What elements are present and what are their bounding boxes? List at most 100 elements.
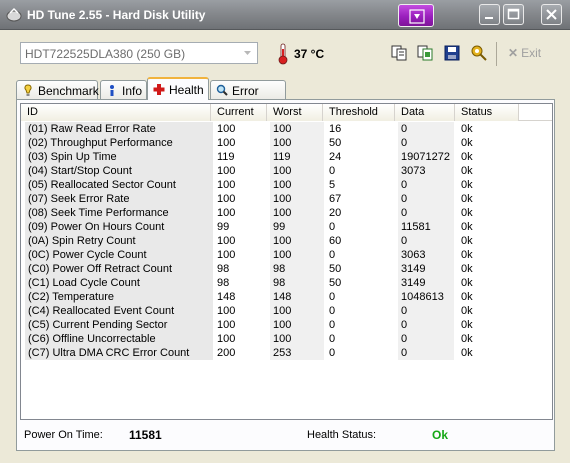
column-header-threshold[interactable]: Threshold xyxy=(323,104,395,121)
column-header-current[interactable]: Current xyxy=(211,104,267,121)
table-row[interactable]: (04) Start/Stop Count 100 100 0 3073 0k xyxy=(21,164,552,178)
cell-id: (C4) Reallocated Event Count xyxy=(25,304,213,318)
title-bar[interactable]: HD Tune 2.55 - Hard Disk Utility xyxy=(0,0,570,30)
table-row[interactable]: (C0) Power Off Retract Count 98 98 50 3149 0k xyxy=(21,262,552,276)
table-row[interactable]: (01) Raw Read Error Rate 100 100 16 0 0k xyxy=(21,122,552,136)
cell-id: (C0) Power Off Retract Count xyxy=(25,262,213,276)
cell-status: 0k xyxy=(458,332,518,346)
health-panel: ID Current Worst Threshold Data Status (… xyxy=(16,99,555,451)
cell-current: 98 xyxy=(214,262,266,276)
tab-error-scan[interactable]: Error Scan xyxy=(210,80,286,112)
cell-status: 0k xyxy=(458,206,518,220)
tab-health-label: Health xyxy=(169,83,204,97)
cell-worst: 100 xyxy=(270,234,324,248)
table-row[interactable]: (0C) Power Cycle Count 100 100 0 3063 0k xyxy=(21,248,552,262)
cell-worst: 100 xyxy=(270,164,324,178)
cell-current: 99 xyxy=(214,220,266,234)
cell-id: (07) Seek Error Rate xyxy=(25,192,213,206)
cell-status: 0k xyxy=(458,136,518,150)
table-row[interactable]: (C7) Ultra DMA CRC Error Count 200 253 0 0 0k xyxy=(21,346,552,360)
column-header-id[interactable]: ID xyxy=(21,104,211,121)
cell-status: 0k xyxy=(458,150,518,164)
table-row[interactable]: (09) Power On Hours Count 99 99 0 11581 0k xyxy=(21,220,552,234)
power-on-time-value: 11581 xyxy=(129,428,162,442)
copy-all-icon[interactable] xyxy=(416,44,434,62)
cell-data: 0 xyxy=(398,206,454,220)
cell-status: 0k xyxy=(458,346,518,360)
exit-button[interactable]: ✕ Exit xyxy=(508,46,541,60)
column-header-worst[interactable]: Worst xyxy=(267,104,323,121)
column-header-status[interactable]: Status xyxy=(455,104,519,121)
cell-threshold: 50 xyxy=(326,262,396,276)
tab-health[interactable]: Health xyxy=(147,77,209,100)
smart-attributes-table[interactable]: ID Current Worst Threshold Data Status (… xyxy=(20,103,553,420)
cell-data: 0 xyxy=(398,122,454,136)
close-button[interactable] xyxy=(541,4,562,25)
cell-data: 3149 xyxy=(398,276,454,290)
temperature-readout: 37 °C xyxy=(294,47,325,61)
cell-current: 100 xyxy=(214,178,266,192)
table-body: (01) Raw Read Error Rate 100 100 16 0 0k (02)… xyxy=(21,122,552,360)
cell-worst: 99 xyxy=(270,220,324,234)
health-status-value: Ok xyxy=(432,428,449,442)
cell-status: 0k xyxy=(458,220,518,234)
table-row[interactable]: (C2) Temperature 148 148 0 1048613 0k xyxy=(21,290,552,304)
cell-data: 0 xyxy=(398,192,454,206)
options-icon[interactable] xyxy=(470,44,488,62)
chevron-down-icon[interactable] xyxy=(239,44,256,62)
copy-icon[interactable] xyxy=(390,44,408,62)
cell-data: 3063 xyxy=(398,248,454,262)
tab-benchmark[interactable]: Benchmark xyxy=(16,80,99,99)
cell-threshold: 24 xyxy=(326,150,396,164)
cell-current: 100 xyxy=(214,122,266,136)
minimize-button[interactable] xyxy=(479,4,500,25)
table-row[interactable]: (05) Reallocated Sector Count 100 100 5 0 0k xyxy=(21,178,552,192)
table-row[interactable]: (C4) Reallocated Event Count 100 100 0 0 0k xyxy=(21,304,552,318)
cell-worst: 100 xyxy=(270,318,324,332)
column-header-data[interactable]: Data xyxy=(395,104,455,121)
save-icon[interactable] xyxy=(443,44,461,62)
table-row[interactable]: (07) Seek Error Rate 100 100 67 0 0k xyxy=(21,192,552,206)
cell-id: (0A) Spin Retry Count xyxy=(25,234,213,248)
cell-current: 100 xyxy=(214,192,266,206)
cell-status: 0k xyxy=(458,318,518,332)
cell-worst: 100 xyxy=(270,136,324,150)
table-row[interactable]: (03) Spin Up Time 119 119 24 19071272 0k xyxy=(21,150,552,164)
cell-data: 0 xyxy=(398,178,454,192)
cell-status: 0k xyxy=(458,192,518,206)
cell-id: (C6) Offline Uncorrectable xyxy=(25,332,213,346)
cell-worst: 100 xyxy=(270,206,324,220)
table-row[interactable]: (02) Throughput Performance 100 100 50 0 0k xyxy=(21,136,552,150)
cell-worst: 98 xyxy=(270,262,324,276)
cell-data: 0 xyxy=(398,304,454,318)
cell-worst: 119 xyxy=(270,150,324,164)
cell-data: 19071272 xyxy=(398,150,454,164)
cell-current: 200 xyxy=(214,346,266,360)
table-row[interactable]: (0A) Spin Retry Count 100 100 60 0 0k xyxy=(21,234,552,248)
maximize-button[interactable] xyxy=(503,4,524,25)
cell-worst: 148 xyxy=(270,290,324,304)
tab-info-label: Info xyxy=(122,84,143,98)
tab-info[interactable]: Info xyxy=(100,80,147,99)
download-arrow-button[interactable] xyxy=(398,4,434,27)
cell-id: (0C) Power Cycle Count xyxy=(25,248,213,262)
table-row[interactable]: (C1) Load Cycle Count 98 98 50 3149 0k xyxy=(21,276,552,290)
table-row[interactable]: (C6) Offline Uncorrectable 100 100 0 0 0k xyxy=(21,332,552,346)
cell-current: 98 xyxy=(214,276,266,290)
cell-current: 100 xyxy=(214,332,266,346)
cell-current: 119 xyxy=(214,150,266,164)
minimize-icon xyxy=(485,17,493,19)
cell-status: 0k xyxy=(458,248,518,262)
cell-data: 11581 xyxy=(398,220,454,234)
cell-threshold: 0 xyxy=(326,164,396,178)
table-row[interactable]: (C5) Current Pending Sector 100 100 0 0 0k xyxy=(21,318,552,332)
table-row[interactable]: (08) Seek Time Performance 100 100 20 0 0k xyxy=(21,206,552,220)
cell-threshold: 0 xyxy=(326,332,396,346)
cell-status: 0k xyxy=(458,178,518,192)
down-arrow-icon xyxy=(409,9,425,24)
cell-data: 0 xyxy=(398,234,454,248)
cell-status: 0k xyxy=(458,276,518,290)
cell-id: (08) Seek Time Performance xyxy=(25,206,213,220)
table-header: ID Current Worst Threshold Data Status xyxy=(21,104,552,121)
drive-select[interactable]: HDT722525DLA380 (250 GB) xyxy=(20,42,258,64)
